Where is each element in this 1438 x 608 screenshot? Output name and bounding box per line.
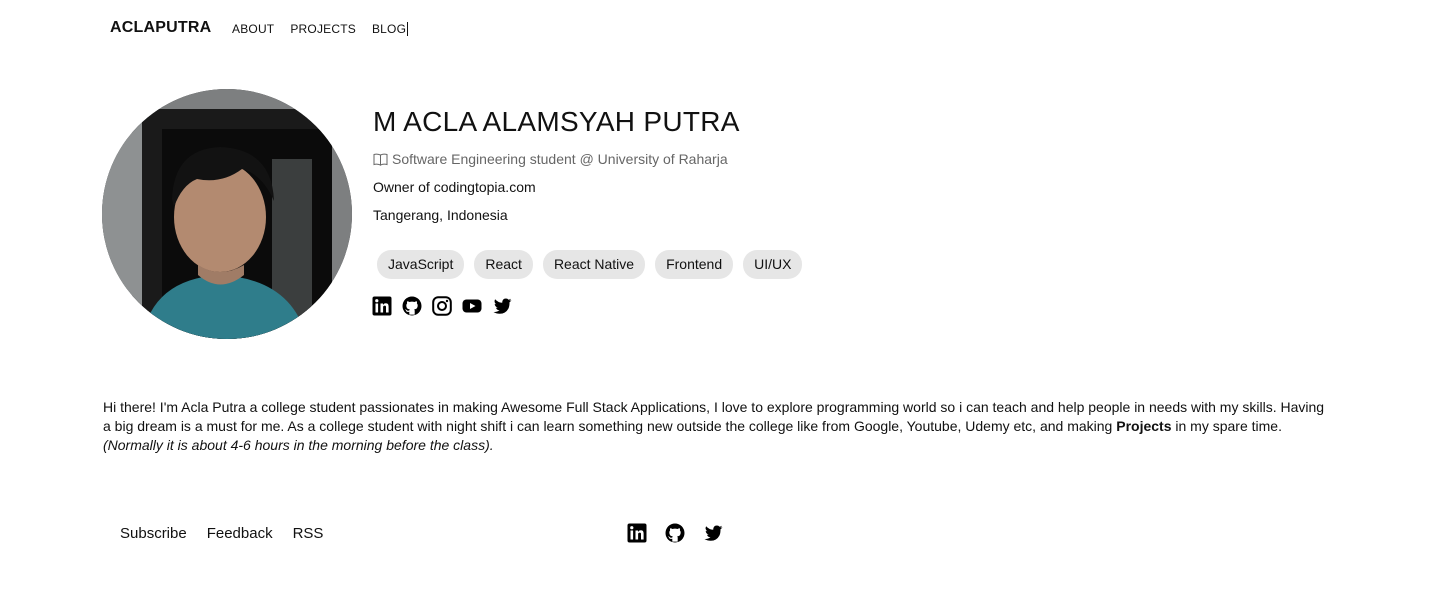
- book-icon: [373, 153, 388, 166]
- profile-socials: [372, 296, 512, 316]
- twitter-icon: [704, 525, 723, 541]
- github-link[interactable]: [402, 296, 422, 316]
- youtube-link[interactable]: [462, 296, 482, 316]
- nav-link-projects[interactable]: PROJECTS: [290, 22, 356, 36]
- footer-linkedin-link[interactable]: [627, 523, 647, 543]
- tag-frontend[interactable]: Frontend: [655, 250, 734, 279]
- footer-link-subscribe[interactable]: Subscribe: [120, 525, 187, 542]
- profile-subtitle: Software Engineering student @ Universit…: [373, 151, 740, 167]
- footer-github-link[interactable]: [665, 523, 685, 543]
- tag-javascript[interactable]: JavaScript: [377, 250, 465, 279]
- footer-link-feedback[interactable]: Feedback: [207, 525, 273, 542]
- footer-link-rss[interactable]: RSS: [293, 525, 324, 542]
- linkedin-icon: [372, 296, 392, 316]
- nav-links: ABOUT PROJECTS BLOG: [232, 22, 424, 36]
- skill-tags: JavaScript React React Native Frontend U…: [377, 250, 803, 279]
- youtube-icon: [462, 299, 482, 313]
- about-note: (Normally it is about 4-6 hours in the m…: [103, 437, 494, 453]
- tag-react[interactable]: React: [474, 250, 533, 279]
- projects-link[interactable]: Projects: [1116, 418, 1171, 434]
- subtitle-text: Software Engineering student @ Universit…: [392, 151, 728, 167]
- footer-links: Subscribe Feedback RSS: [120, 525, 323, 542]
- profile-info: M ACLA ALAMSYAH PUTRA Software Engineeri…: [373, 104, 740, 223]
- twitter-link[interactable]: [492, 296, 512, 316]
- avatar-photo: [102, 89, 352, 339]
- tag-uiux[interactable]: UI/UX: [743, 250, 803, 279]
- instagram-icon: [432, 296, 452, 316]
- about-text-2: in my spare time.: [1171, 418, 1282, 434]
- github-icon: [665, 523, 685, 543]
- footer-twitter-link[interactable]: [703, 523, 723, 543]
- nav-link-about[interactable]: ABOUT: [232, 22, 274, 36]
- instagram-link[interactable]: [432, 296, 452, 316]
- profile-avatar: [102, 89, 352, 339]
- linkedin-link[interactable]: [372, 296, 392, 316]
- about-paragraph: Hi there! I'm Acla Putra a college stude…: [103, 398, 1333, 455]
- github-icon: [402, 296, 422, 316]
- twitter-icon: [493, 298, 512, 314]
- footer-socials: [627, 523, 723, 543]
- top-nav: ACLAPUTRA ABOUT PROJECTS BLOG: [0, 0, 1438, 58]
- nav-link-blog[interactable]: BLOG: [372, 22, 409, 36]
- linkedin-icon: [627, 523, 647, 543]
- brand-logo[interactable]: ACLAPUTRA: [110, 19, 211, 37]
- tag-react-native[interactable]: React Native: [542, 250, 646, 279]
- profile-owner: Owner of codingtopia.com: [373, 179, 536, 195]
- profile-name: M ACLA ALAMSYAH PUTRA: [373, 106, 740, 137]
- profile-location: Tangerang, Indonesia: [373, 207, 508, 223]
